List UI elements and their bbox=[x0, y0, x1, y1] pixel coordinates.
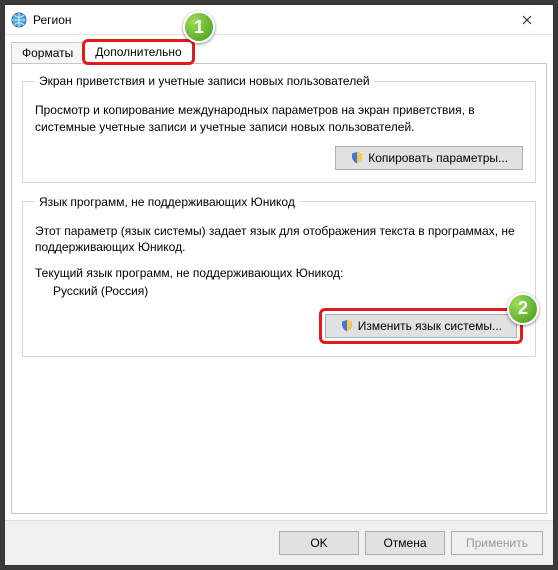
region-dialog: Регион 1 Форматы Дополнительно Экран при… bbox=[4, 4, 554, 566]
tab-content: Экран приветствия и учетные записи новых… bbox=[11, 63, 547, 514]
tab-formats[interactable]: Форматы bbox=[11, 42, 84, 64]
group-description: Этот параметр (язык системы) задает язык… bbox=[35, 223, 523, 257]
shield-icon bbox=[350, 151, 364, 165]
tab-advanced[interactable]: Дополнительно bbox=[84, 41, 192, 63]
dialog-footer: OK Отмена Применить bbox=[5, 520, 553, 565]
group-welcome-screen: Экран приветствия и учетные записи новых… bbox=[22, 74, 536, 183]
apply-button[interactable]: Применить bbox=[451, 531, 543, 555]
globe-icon bbox=[11, 12, 27, 28]
group-legend: Язык программ, не поддерживающих Юникод bbox=[35, 195, 299, 209]
group-legend: Экран приветствия и учетные записи новых… bbox=[35, 74, 374, 88]
shield-icon bbox=[340, 319, 354, 333]
tab-strip: Форматы Дополнительно bbox=[5, 35, 553, 63]
ok-button[interactable]: OK bbox=[279, 531, 359, 555]
cancel-button[interactable]: Отмена bbox=[365, 531, 445, 555]
callout-2: 2 bbox=[507, 293, 539, 325]
current-language-value: Русский (Россия) bbox=[53, 284, 523, 298]
callout-1: 1 bbox=[183, 11, 215, 43]
group-non-unicode: Язык программ, не поддерживающих Юникод … bbox=[22, 195, 536, 358]
copy-settings-button[interactable]: Копировать параметры... bbox=[335, 146, 523, 170]
current-language-label: Текущий язык программ, не поддерживающих… bbox=[35, 266, 523, 280]
titlebar: Регион bbox=[5, 5, 553, 35]
window-title: Регион bbox=[33, 13, 72, 27]
close-button[interactable] bbox=[507, 6, 547, 34]
group-description: Просмотр и копирование международных пар… bbox=[35, 102, 523, 136]
change-system-locale-button[interactable]: Изменить язык системы... bbox=[325, 314, 517, 338]
